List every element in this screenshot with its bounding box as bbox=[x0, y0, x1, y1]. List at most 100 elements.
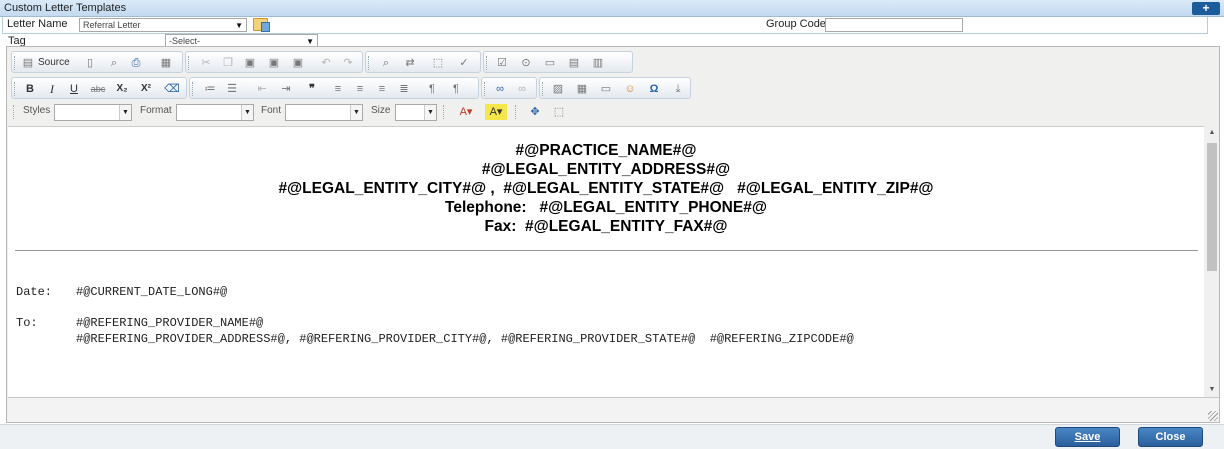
toolbar-grip bbox=[368, 56, 370, 70]
window-title-bar: Custom Letter Templates + bbox=[0, 0, 1224, 17]
find-icon[interactable]: ⌕ bbox=[378, 55, 394, 71]
editor-scrollbar[interactable]: ▲ ▼ bbox=[1205, 126, 1219, 397]
special-char-icon[interactable]: Ω bbox=[646, 81, 662, 97]
group-code-input[interactable] bbox=[825, 18, 963, 32]
show-blocks-icon[interactable]: ⬚ bbox=[551, 104, 567, 120]
checkbox-icon[interactable]: ☑ bbox=[494, 55, 510, 71]
maximize-icon[interactable]: ✥ bbox=[527, 104, 543, 120]
letter-form-row: Letter Name Referral Letter ▼ Group Code… bbox=[2, 17, 1208, 34]
entity-city-state-zip-line: #@LEGAL_ENTITY_CITY#@ , #@LEGAL_ENTITY_S… bbox=[278, 180, 934, 197]
redo-icon[interactable]: ↷ bbox=[340, 55, 356, 71]
format-dropdown[interactable]: ▼ bbox=[176, 104, 254, 121]
close-button-label: Close bbox=[1155, 431, 1186, 443]
entity-phone-line: Telephone: #@LEGAL_ENTITY_PHONE#@ bbox=[445, 199, 767, 216]
letter-name-select[interactable]: Referral Letter ▼ bbox=[79, 18, 247, 32]
styles-dropdown[interactable]: ▼ bbox=[54, 104, 132, 121]
toolbar-grip bbox=[484, 82, 486, 96]
textfield-icon[interactable]: ▭ bbox=[542, 55, 558, 71]
rtl-icon[interactable]: ¶ bbox=[448, 81, 464, 97]
bold-button[interactable]: B bbox=[22, 81, 38, 97]
toolbar-group-insert: ▨ ▦ ▭ ☺ Ω ⤓ bbox=[539, 77, 691, 99]
spellcheck-icon[interactable]: ✓ bbox=[456, 55, 472, 71]
paste-icon[interactable]: ▣ bbox=[242, 55, 258, 71]
group-code-label: Group Code: bbox=[766, 18, 829, 30]
date-label: Date: bbox=[16, 285, 53, 299]
undo-icon[interactable]: ↶ bbox=[318, 55, 334, 71]
select-field-icon[interactable]: ▥ bbox=[590, 55, 606, 71]
indent-icon[interactable]: ⇥ bbox=[278, 81, 294, 97]
notes-icon[interactable] bbox=[253, 18, 270, 32]
image-icon[interactable]: ▨ bbox=[550, 81, 566, 97]
toolbar-grip bbox=[515, 105, 517, 119]
close-button[interactable]: Close bbox=[1138, 427, 1203, 447]
justify-icon[interactable]: ≣ bbox=[396, 81, 412, 97]
font-label: Font bbox=[261, 105, 282, 116]
templates-icon[interactable]: ▦ bbox=[158, 55, 174, 71]
textarea-icon[interactable]: ▤ bbox=[566, 55, 582, 71]
print-icon[interactable]: ⎙ bbox=[128, 55, 144, 71]
page-break-icon[interactable]: ⤓ bbox=[670, 81, 686, 97]
chevron-down-icon: ▼ bbox=[119, 105, 131, 120]
select-all-icon[interactable]: ⬚ bbox=[430, 55, 446, 71]
to-label: To: bbox=[16, 316, 38, 330]
toolbar-group-links: ∞ ∞ bbox=[481, 77, 537, 99]
resize-handle-icon[interactable] bbox=[1208, 411, 1218, 421]
outdent-icon[interactable]: ⇤ bbox=[254, 81, 270, 97]
toolbar-group-clipboard: ✂ ❐ ▣ ▣ ▣ ↶ ↷ bbox=[185, 51, 363, 73]
editor-content-area[interactable]: #@PRACTICE_NAME#@ #@LEGAL_ENTITY_ADDRESS… bbox=[8, 126, 1204, 397]
bulleted-list-icon[interactable]: ☰ bbox=[224, 81, 240, 97]
toolbar-grip bbox=[14, 56, 16, 70]
smiley-icon[interactable]: ☺ bbox=[622, 81, 638, 97]
unlink-icon[interactable]: ∞ bbox=[514, 81, 530, 97]
radio-icon[interactable]: ⊙ bbox=[518, 55, 534, 71]
add-button[interactable]: + bbox=[1192, 2, 1220, 15]
toolbar-group-editing: ⌕ ⇄ ⬚ ✓ bbox=[365, 51, 481, 73]
window-title: Custom Letter Templates bbox=[4, 2, 127, 14]
format-label: Format bbox=[140, 105, 172, 116]
preview-icon[interactable]: ⌕ bbox=[106, 55, 122, 71]
link-icon[interactable]: ∞ bbox=[492, 81, 508, 97]
superscript-button[interactable]: X² bbox=[138, 81, 154, 97]
toolbar-group-document: ▤ Source ▯ ⌕ ⎙ ▦ bbox=[11, 51, 183, 73]
toolbar-grip bbox=[542, 82, 544, 96]
save-button-label: Save bbox=[1074, 431, 1101, 443]
styles-label: Styles bbox=[23, 105, 51, 116]
letter-name-label: Letter Name bbox=[7, 18, 68, 30]
text-color-icon[interactable]: A▾ bbox=[455, 104, 477, 120]
horizontal-line-icon[interactable]: ▭ bbox=[598, 81, 614, 97]
ltr-icon[interactable]: ¶ bbox=[424, 81, 440, 97]
background-color-icon[interactable]: A▾ bbox=[485, 104, 507, 120]
save-button[interactable]: Save bbox=[1055, 427, 1120, 447]
cut-icon[interactable]: ✂ bbox=[198, 55, 214, 71]
scroll-down-icon[interactable]: ▼ bbox=[1205, 383, 1219, 397]
new-page-icon[interactable]: ▯ bbox=[82, 55, 98, 71]
italic-button[interactable]: I bbox=[44, 81, 60, 97]
source-icon[interactable]: ▤ bbox=[20, 55, 36, 71]
toolbar-group-basic-styles: B I U abc X₂ X² ⌫ bbox=[11, 77, 187, 99]
practice-name-line: #@PRACTICE_NAME#@ bbox=[515, 142, 697, 159]
scroll-thumb[interactable] bbox=[1207, 143, 1217, 271]
scroll-up-icon[interactable]: ▲ bbox=[1205, 126, 1219, 140]
subscript-button[interactable]: X₂ bbox=[114, 81, 130, 97]
paste-text-icon[interactable]: ▣ bbox=[266, 55, 282, 71]
align-right-icon[interactable]: ≡ bbox=[374, 81, 390, 97]
toolbar-grip bbox=[443, 105, 445, 119]
source-button[interactable]: Source bbox=[38, 55, 70, 71]
font-dropdown[interactable]: ▼ bbox=[285, 104, 363, 121]
align-center-icon[interactable]: ≡ bbox=[352, 81, 368, 97]
paste-word-icon[interactable]: ▣ bbox=[290, 55, 306, 71]
toolbar-grip bbox=[14, 82, 16, 96]
remove-format-icon[interactable]: ⌫ bbox=[164, 81, 180, 97]
entity-fax-line: Fax: #@LEGAL_ENTITY_FAX#@ bbox=[484, 218, 728, 235]
strikethrough-button[interactable]: abc bbox=[90, 81, 106, 97]
copy-icon[interactable]: ❐ bbox=[220, 55, 236, 71]
entity-address-line: #@LEGAL_ENTITY_ADDRESS#@ bbox=[481, 161, 731, 178]
replace-icon[interactable]: ⇄ bbox=[402, 55, 418, 71]
size-dropdown[interactable]: ▼ bbox=[395, 104, 437, 121]
underline-button[interactable]: U bbox=[66, 81, 82, 97]
align-left-icon[interactable]: ≡ bbox=[330, 81, 346, 97]
date-value: #@CURRENT_DATE_LONG#@ bbox=[76, 285, 228, 299]
numbered-list-icon[interactable]: ≔ bbox=[202, 81, 218, 97]
blockquote-icon[interactable]: ❞ bbox=[304, 81, 320, 97]
table-icon[interactable]: ▦ bbox=[574, 81, 590, 97]
